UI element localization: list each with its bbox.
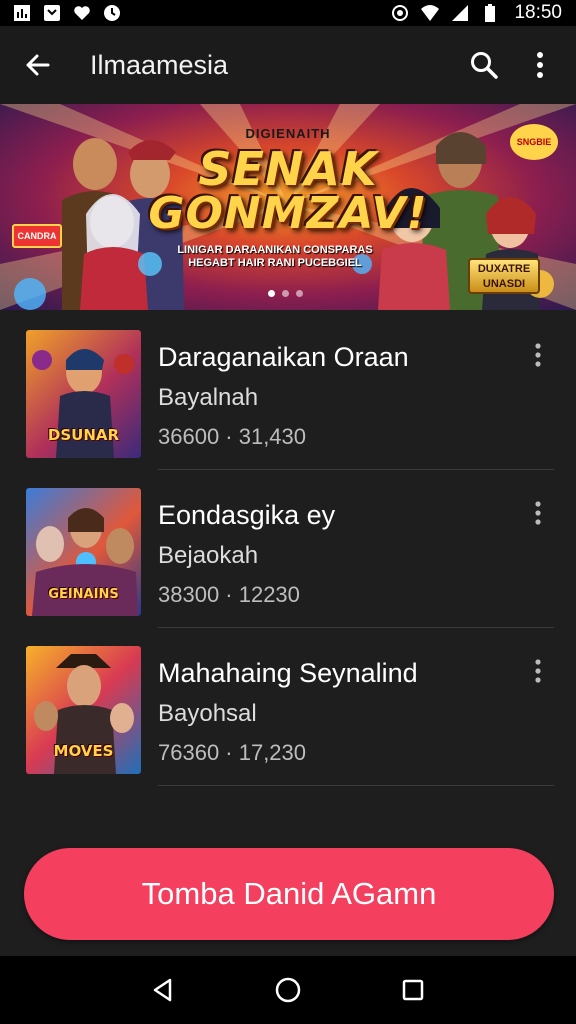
back-arrow-icon bbox=[26, 54, 50, 76]
thumbnail-label: GEINAINS bbox=[48, 587, 119, 602]
nav-recents-button[interactable] bbox=[393, 970, 433, 1010]
item-title: Daraganaikan Oraan bbox=[158, 342, 409, 372]
pager-dot[interactable] bbox=[268, 290, 275, 297]
thumbnail-label: MOVES bbox=[53, 742, 114, 760]
primary-action-button[interactable]: Tomba Danid AGamn bbox=[24, 848, 554, 940]
game-thumbnail: GEINAINS bbox=[26, 488, 141, 616]
item-meta: 38300 · 12230 bbox=[158, 582, 300, 607]
home-circle-icon bbox=[275, 977, 301, 1003]
item-subtitle: Bayohsal bbox=[158, 700, 257, 727]
list-item[interactable]: GEINAINS Eondasgika ey Bejaokah 38300 · … bbox=[0, 470, 576, 628]
pager-dot[interactable] bbox=[296, 290, 303, 297]
game-thumbnail: MOVES bbox=[26, 646, 141, 774]
back-button[interactable] bbox=[22, 47, 54, 83]
messenger-icon bbox=[44, 5, 60, 21]
status-bar: 18:50 bbox=[0, 0, 576, 26]
item-title: Mahahaing Seynalind bbox=[158, 658, 418, 688]
more-vertical-icon bbox=[537, 52, 543, 78]
game-thumbnail: DSUNAR bbox=[26, 330, 141, 458]
item-meta: 76360 · 17,230 bbox=[158, 740, 307, 765]
system-nav-bar bbox=[0, 956, 576, 1024]
banner-corner-button[interactable]: DUXATRE UNASDI bbox=[468, 258, 540, 294]
gallery-icon bbox=[14, 5, 30, 21]
thumbnail-label: DSUNAR bbox=[47, 426, 120, 444]
app-bar: Ilmaamesia bbox=[0, 26, 576, 104]
list-item[interactable]: DSUNAR Daraganaikan Oraan Bayalnah 36600… bbox=[0, 312, 576, 470]
more-options-button[interactable] bbox=[522, 47, 558, 83]
item-more-button[interactable] bbox=[526, 342, 550, 372]
item-title: Eondasgika ey bbox=[158, 500, 336, 530]
banner-title-line2: GONMZAV! bbox=[148, 188, 428, 239]
game-list: DSUNAR Daraganaikan Oraan Bayalnah 36600… bbox=[0, 312, 576, 786]
clock-icon bbox=[104, 5, 120, 21]
more-vertical-icon bbox=[535, 501, 541, 525]
banner-subtitle: LINIGAR DARAANIKAN CONSPARAS HEGABT HAIR… bbox=[177, 244, 373, 269]
search-icon bbox=[471, 52, 498, 79]
back-triangle-icon bbox=[153, 978, 171, 1002]
banner-kicker: DIGIENAITH bbox=[245, 126, 331, 141]
divider bbox=[158, 785, 554, 786]
silent-icon bbox=[392, 5, 409, 21]
wifi-icon bbox=[421, 5, 440, 21]
banner-pager[interactable] bbox=[268, 290, 303, 297]
battery-icon bbox=[485, 4, 496, 22]
status-left bbox=[12, 3, 122, 23]
item-meta: 36600 · 31,430 bbox=[158, 424, 307, 449]
more-vertical-icon bbox=[535, 343, 541, 367]
item-subtitle: Bejaokah bbox=[158, 542, 259, 569]
recents-square-icon bbox=[403, 979, 424, 1001]
item-more-button[interactable] bbox=[526, 658, 550, 688]
nav-back-button[interactable] bbox=[143, 970, 183, 1010]
item-more-button[interactable] bbox=[526, 500, 550, 530]
item-subtitle: Bayalnah bbox=[158, 384, 259, 411]
more-vertical-icon bbox=[535, 659, 541, 683]
page-title: Ilmaamesia bbox=[90, 49, 229, 80]
promo-banner[interactable]: CANDRA SNGBIE DIGIENAITH SENAK GONMZAV! … bbox=[0, 104, 576, 310]
nav-home-button[interactable] bbox=[268, 970, 308, 1010]
status-right: 18:50 bbox=[390, 2, 562, 24]
search-button[interactable] bbox=[466, 47, 502, 83]
list-item[interactable]: MOVES Mahahaing Seynalind Bayohsal 76360… bbox=[0, 628, 576, 786]
heart-icon bbox=[74, 6, 90, 20]
signal-icon bbox=[452, 5, 469, 21]
status-time: 18:50 bbox=[514, 2, 562, 23]
pager-dot[interactable] bbox=[282, 290, 289, 297]
